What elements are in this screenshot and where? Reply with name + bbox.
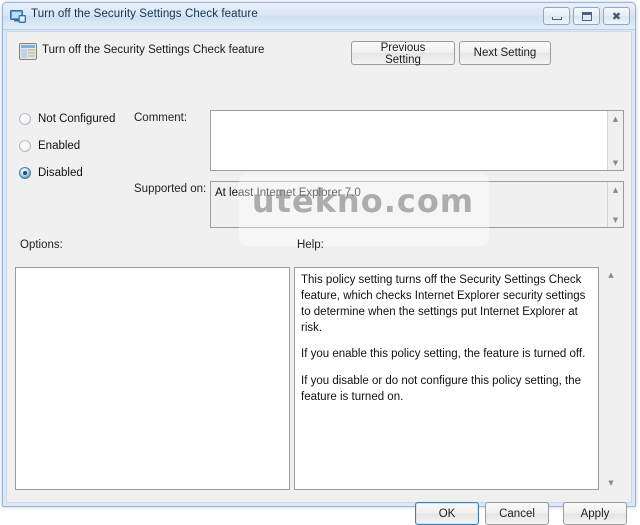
scroll-up-icon[interactable]: ▲ — [603, 267, 619, 282]
help-pane: This policy setting turns off the Securi… — [294, 267, 599, 490]
radio-not-configured[interactable]: Not Configured — [19, 113, 115, 125]
scroll-down-icon[interactable]: ▼ — [608, 212, 623, 227]
policy-setting-icon — [19, 43, 37, 60]
scroll-down-icon[interactable]: ▼ — [608, 155, 623, 170]
next-setting-button[interactable]: Next Setting — [459, 41, 551, 65]
group-policy-setting-dialog: Turn off the Security Settings Check fea… — [2, 2, 636, 525]
options-label: Options: — [20, 239, 63, 251]
close-button[interactable]: ✖ — [603, 7, 630, 25]
radio-disabled-indicator — [19, 167, 31, 179]
close-icon: ✖ — [611, 9, 622, 23]
ok-button[interactable]: OK — [415, 502, 479, 525]
radio-enabled-label: Enabled — [38, 140, 81, 152]
help-pane-content: This policy setting turns off the Securi… — [295, 268, 598, 411]
scroll-up-icon[interactable]: ▲ — [608, 111, 623, 126]
radio-not-configured-indicator — [19, 113, 31, 125]
comment-scrollbar[interactable]: ▲ ▼ — [607, 111, 623, 170]
minimize-icon — [551, 16, 562, 20]
cancel-button[interactable]: Cancel — [485, 502, 549, 525]
radio-disabled[interactable]: Disabled — [19, 167, 83, 179]
scroll-down-icon[interactable]: ▼ — [603, 475, 619, 490]
help-pane-scrollbar[interactable]: ▲ ▼ — [603, 267, 619, 490]
dialog-client-area: Turn off the Security Settings Check fea… — [6, 31, 632, 525]
maximize-button[interactable] — [573, 7, 600, 25]
policy-monitor-icon — [10, 9, 26, 23]
radio-disabled-label: Disabled — [38, 167, 83, 179]
apply-button[interactable]: Apply — [563, 502, 627, 525]
comment-input-value[interactable] — [211, 111, 607, 170]
maximize-icon — [581, 11, 592, 21]
supported-on-label: Supported on: — [134, 183, 207, 195]
scroll-up-icon[interactable]: ▲ — [608, 182, 623, 197]
radio-enabled[interactable]: Enabled — [19, 140, 80, 152]
comment-input[interactable]: ▲ ▼ — [210, 110, 624, 171]
options-pane[interactable] — [15, 267, 290, 490]
comment-label: Comment: — [134, 112, 188, 124]
title-bar: Turn off the Security Settings Check fea… — [3, 3, 635, 30]
window-title: Turn off the Security Settings Check fea… — [31, 8, 258, 20]
options-pane-content — [16, 268, 289, 278]
radio-enabled-indicator — [19, 140, 31, 152]
radio-not-configured-label: Not Configured — [38, 113, 116, 125]
help-paragraph: If you disable or do not configure this … — [301, 375, 581, 404]
supported-on-value: At least Internet Explorer 7.0 — [211, 182, 607, 227]
minimize-button[interactable] — [543, 7, 570, 25]
help-paragraph: This policy setting turns off the Securi… — [301, 274, 586, 334]
previous-setting-button[interactable]: Previous Setting — [351, 41, 455, 66]
supported-on-scrollbar[interactable]: ▲ ▼ — [607, 182, 623, 227]
supported-on-field: At least Internet Explorer 7.0 ▲ ▼ — [210, 181, 624, 228]
page-title: Turn off the Security Settings Check fea… — [42, 44, 265, 56]
window-controls: ✖ — [543, 7, 630, 25]
help-label: Help: — [297, 239, 324, 251]
help-paragraph: If you enable this policy setting, the f… — [301, 348, 586, 361]
